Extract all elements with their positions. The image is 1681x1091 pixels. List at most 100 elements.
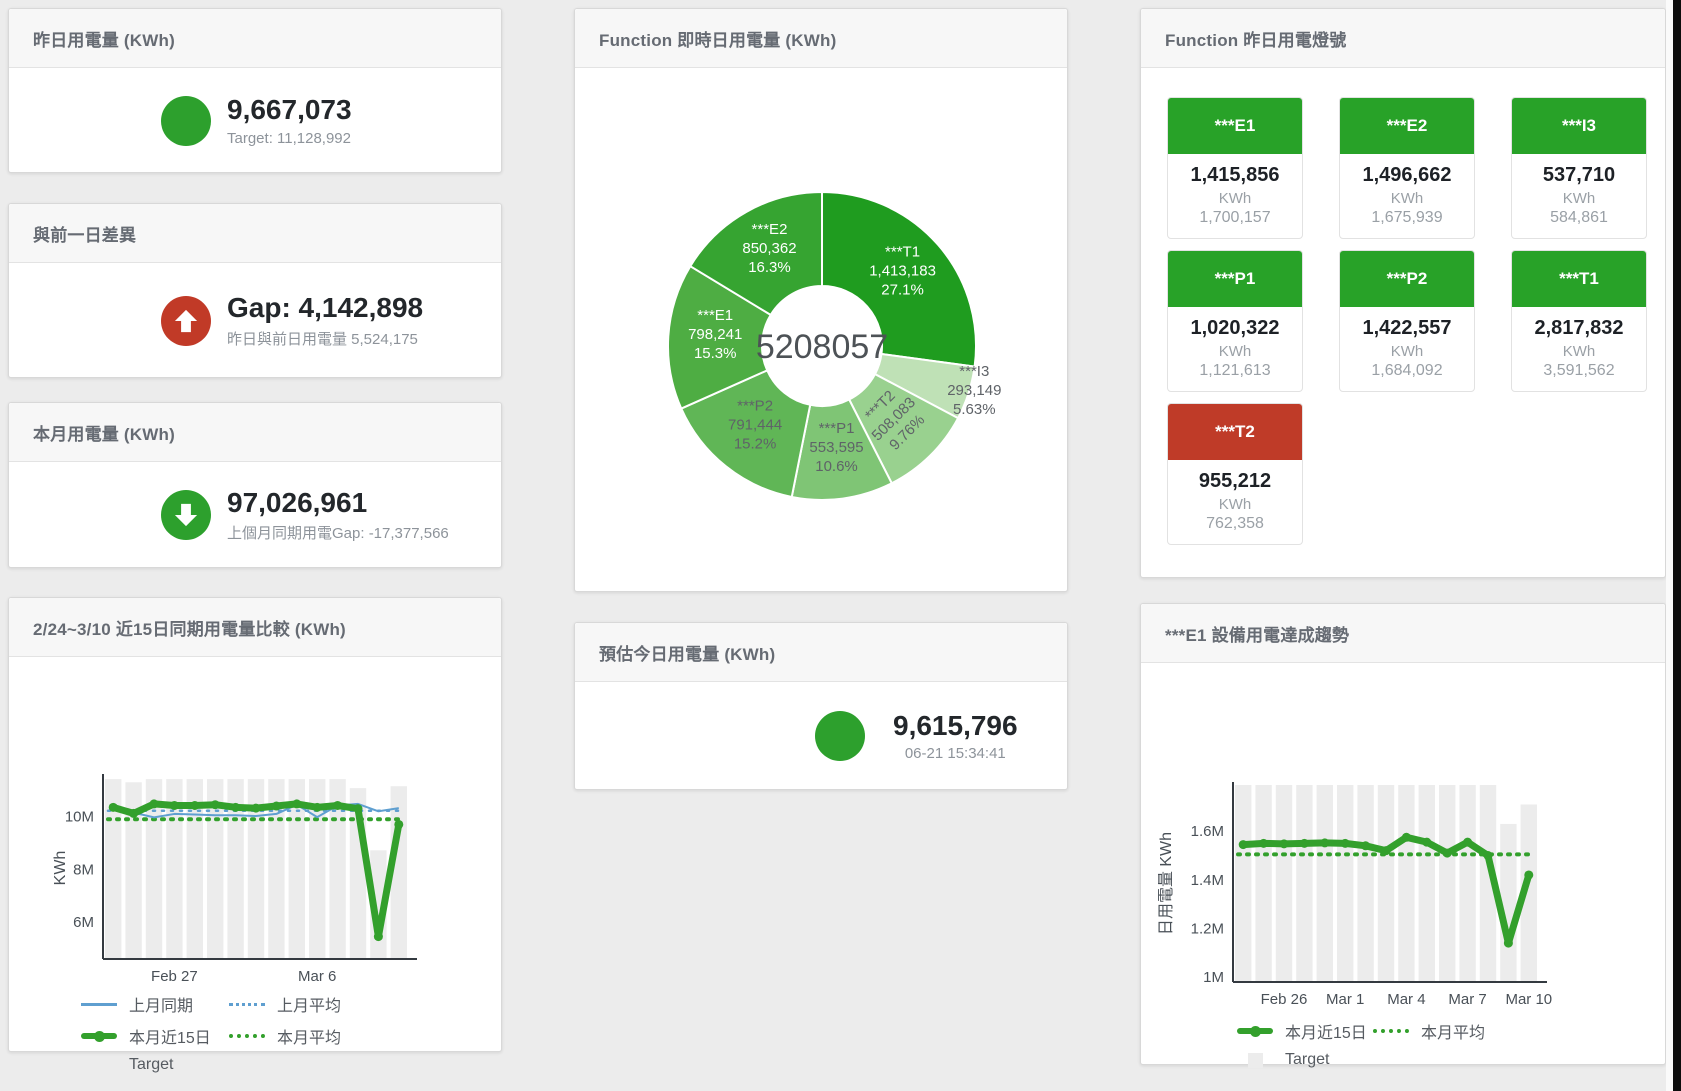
legend-label: 本月平均: [1421, 1019, 1485, 1043]
scrollbar-track[interactable]: [1673, 0, 1681, 1091]
legend-item[interactable]: Target: [1237, 1051, 1357, 1069]
legend-item[interactable]: 上月平均: [229, 992, 361, 1016]
x-tick-label: Mar 10: [1505, 991, 1552, 1008]
panel-title[interactable]: 與前一日差異: [33, 221, 136, 246]
panel-e1-trend-chart: ***E1 設備用電達成趨勢 1M1.2M1.4M1.6MFeb 26Mar 1…: [1140, 603, 1666, 1065]
chart-legend: 本月近15日 本月平均 Target: [1237, 1019, 1665, 1069]
panel-month-usage: 本月用電量 (KWh) 97,026,961 上個月同期用電Gap: -17,3…: [8, 402, 502, 568]
stat-value: Gap: 4,142,898: [227, 292, 423, 324]
light-tile-T1: ***T12,817,832KWh3,591,562: [1511, 250, 1647, 392]
series-point: [1402, 833, 1411, 842]
light-tile-T2: ***T2955,212KWh762,358: [1167, 403, 1303, 545]
panel-15day-compare-chart: 2/24~3/10 近15日同期用電量比較 (KWh) 6M8M10MFeb 2…: [8, 597, 502, 1052]
stat-row: 9,667,073 Target: 11,128,992: [9, 68, 501, 173]
legend-label: Target: [129, 1056, 173, 1074]
y-tick-label: 10M: [65, 809, 94, 826]
tile-status-header: ***T2: [1168, 404, 1302, 460]
panel-header: 預估今日用電量 (KWh): [575, 623, 1067, 682]
stat-row: 9,615,796 06-21 15:34:41: [575, 682, 1067, 790]
panel-header: ***E1 設備用電達成趨勢: [1141, 604, 1665, 663]
legend-label: 本月近15日: [1285, 1019, 1367, 1043]
legend-label: Target: [1285, 1051, 1329, 1069]
series-point: [1422, 838, 1431, 847]
target-bar: [1439, 785, 1455, 982]
legend-line-swatch: [229, 1003, 265, 1006]
series-point: [231, 803, 240, 812]
series-point: [333, 801, 342, 810]
target-bar: [1378, 785, 1394, 982]
panel-title[interactable]: 本月用電量 (KWh): [33, 420, 175, 445]
panel-header: 昨日用電量 (KWh): [9, 9, 501, 68]
tile-value: 955,212: [1168, 470, 1302, 493]
series-point: [1443, 849, 1452, 858]
tile-status-header: ***P1: [1168, 251, 1302, 307]
legend-item[interactable]: 本月近15日: [81, 1024, 213, 1048]
series-point: [1320, 838, 1329, 847]
light-tile-P2: ***P21,422,557KWh1,684,092: [1339, 250, 1475, 392]
tile-unit: KWh: [1168, 190, 1302, 207]
panel-title[interactable]: Function 昨日用電燈號: [1165, 26, 1346, 51]
x-tick-label: Mar 7: [1448, 991, 1486, 1008]
target-bar: [1459, 785, 1475, 982]
panel-title[interactable]: 2/24~3/10 近15日同期用電量比較 (KWh): [33, 615, 346, 640]
tile-value: 1,415,856: [1168, 164, 1302, 187]
tile-value: 2,817,832: [1512, 317, 1646, 340]
legend-item[interactable]: 上月同期: [81, 992, 213, 1016]
legend-item[interactable]: 本月平均: [229, 1024, 361, 1048]
panel-realtime-donut: Function 即時日用電量 (KWh) ***T11,413,18327.1…: [574, 8, 1068, 592]
series-point: [1361, 841, 1370, 850]
stat-timestamp: 06-21 15:34:41: [905, 745, 1006, 762]
series-point: [211, 800, 220, 809]
stat-value: 9,615,796: [893, 710, 1018, 742]
panel-yesterday-lights: Function 昨日用電燈號 ***E11,415,856KWh1,700,1…: [1140, 8, 1666, 578]
stat-row: Gap: 4,142,898 昨日與前日用電量 5,524,175: [9, 263, 501, 378]
tile-unit: KWh: [1168, 343, 1302, 360]
stat-row: 97,026,961 上個月同期用電Gap: -17,377,566: [9, 462, 501, 568]
series-point: [292, 799, 301, 808]
tile-unit: KWh: [1512, 190, 1646, 207]
tile-status-header: ***P2: [1340, 251, 1474, 307]
target-bar: [1357, 785, 1373, 982]
window-edge: [1666, 0, 1673, 1091]
series-point: [1504, 939, 1513, 948]
light-tiles-grid: ***E11,415,856KWh1,700,157***E21,496,662…: [1141, 68, 1665, 545]
legend-item[interactable]: Target: [81, 1056, 213, 1074]
y-tick-label: 1.4M: [1191, 872, 1224, 889]
panel-title[interactable]: 昨日用電量 (KWh): [33, 26, 175, 51]
series-point: [1280, 839, 1289, 848]
series-point: [109, 803, 118, 812]
panel-header: 本月用電量 (KWh): [9, 403, 501, 462]
panel-estimate-today: 預估今日用電量 (KWh) 9,615,796 06-21 15:34:41: [574, 622, 1068, 790]
legend-label: 本月近15日: [129, 1024, 211, 1048]
panel-title[interactable]: Function 即時日用電量 (KWh): [599, 26, 836, 51]
tile-target-value: 762,358: [1168, 515, 1302, 533]
series-point: [313, 803, 322, 812]
series-point: [190, 801, 199, 810]
stat-subtitle: Target: 11,128,992: [227, 130, 352, 147]
x-tick-label: Mar 4: [1387, 991, 1425, 1008]
series-point: [150, 799, 159, 808]
up-arrow-icon: [172, 307, 200, 335]
panel-title[interactable]: ***E1 設備用電達成趨勢: [1165, 621, 1349, 646]
panel-header: Function 昨日用電燈號: [1141, 9, 1665, 68]
panel-title[interactable]: 預估今日用電量 (KWh): [599, 640, 775, 665]
legend-item[interactable]: 本月平均: [1373, 1019, 1493, 1043]
tile-value: 1,422,557: [1340, 317, 1474, 340]
target-bar: [1235, 785, 1251, 982]
stat-value: 97,026,961: [227, 487, 449, 519]
tile-target-value: 3,591,562: [1512, 362, 1646, 380]
y-tick-label: 6M: [73, 914, 94, 931]
light-tile-I3: ***I3537,710KWh584,861: [1511, 97, 1647, 239]
legend-item[interactable]: 本月近15日: [1237, 1019, 1357, 1043]
legend-label: 上月平均: [277, 992, 341, 1016]
chart-legend: 上月同期 上月平均本月近15日本月平均 Target: [81, 992, 501, 1074]
legend-target-swatch: [1248, 1053, 1263, 1068]
target-bar: [1419, 785, 1435, 982]
tile-status-header: ***E2: [1340, 98, 1474, 154]
legend-target-swatch: [92, 1058, 107, 1073]
tile-status-header: ***I3: [1512, 98, 1646, 154]
stat-subtitle: 昨日與前日用電量 5,524,175: [227, 328, 423, 349]
down-arrow-icon: [172, 501, 200, 529]
legend-label: 上月同期: [129, 992, 193, 1016]
series-point: [1524, 870, 1533, 879]
